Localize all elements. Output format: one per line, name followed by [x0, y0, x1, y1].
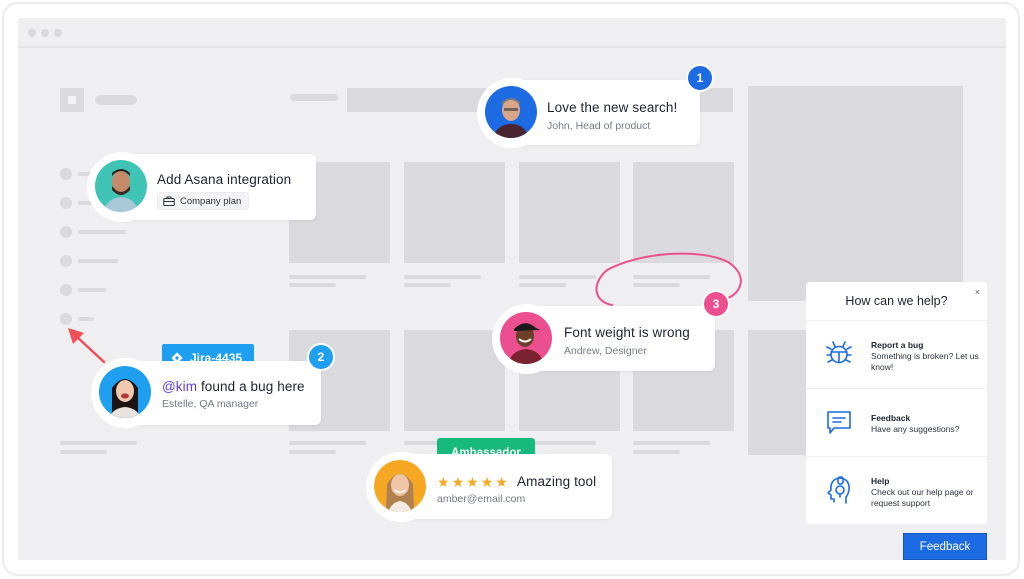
- avatar-ring: [87, 152, 157, 222]
- help-item-help[interactable]: Help Check out our help page or request …: [806, 456, 987, 524]
- star-icon: ★: [480, 474, 494, 490]
- comment-title: @kim found a bug here: [162, 379, 305, 394]
- header-label-placeholder: [290, 94, 338, 101]
- nav-label-placeholder: [78, 230, 126, 234]
- help-item-label: Report a bug: [871, 340, 924, 350]
- text-line-placeholder: [60, 450, 107, 454]
- comment-author: Estelle, QA manager: [162, 398, 259, 410]
- avatar-ring: [91, 358, 161, 428]
- help-item-description: Check out our help page or request suppo…: [871, 487, 974, 508]
- star-rating: ★ ★ ★ ★ ★: [437, 475, 508, 489]
- comment-author: John, Head of product: [547, 120, 651, 132]
- nav-icon-placeholder: [60, 197, 72, 209]
- browser-chrome: [18, 18, 1006, 48]
- message-icon: [827, 411, 851, 434]
- comment-card-bug-here[interactable]: @kim found a bug here Estelle, QA manage…: [91, 358, 321, 428]
- nav-label-placeholder: [78, 259, 118, 263]
- text-line-placeholder: [633, 450, 680, 454]
- help-item-feedback[interactable]: Feedback Have any suggestions?: [806, 388, 987, 456]
- text-line-placeholder: [289, 450, 336, 454]
- avatar-ring: [477, 77, 547, 148]
- help-panel: × How can we help? Report a bug Somethin…: [806, 282, 987, 524]
- grid-card-placeholder: [519, 162, 620, 263]
- comment-card-amazing-tool[interactable]: ★ ★ ★ ★ ★ Amazing tool amber@email.com: [366, 451, 612, 522]
- comment-card-love-search[interactable]: Love the new search! John, Head of produ…: [477, 77, 700, 148]
- help-panel-title: How can we help?: [845, 294, 948, 308]
- comment-number-badge[interactable]: 3: [702, 290, 730, 318]
- comment-author-email: amber@email.com: [437, 493, 526, 505]
- comment-title: Add Asana integration: [157, 172, 292, 187]
- plan-label: Company plan: [180, 195, 242, 207]
- star-icon: ★: [495, 474, 508, 490]
- help-item-label: Help: [871, 476, 890, 486]
- avatar-estelle: [99, 366, 151, 418]
- headset-icon: [827, 476, 850, 504]
- help-item-description: Something is broken? Let us know!: [871, 351, 979, 372]
- logo-placeholder: [60, 88, 84, 112]
- nav-icon-placeholder: [60, 313, 72, 325]
- nav-icon-placeholder: [60, 255, 72, 267]
- side-image-placeholder: [748, 86, 963, 301]
- help-item-label: Feedback: [871, 413, 911, 423]
- comment-number-badge[interactable]: 2: [307, 343, 335, 371]
- nav-label-placeholder: [78, 288, 106, 292]
- text-line-placeholder: [289, 275, 366, 279]
- grid-card-placeholder: [633, 162, 734, 263]
- help-item-report-bug[interactable]: Report a bug Something is broken? Let us…: [806, 320, 987, 388]
- comment-title: Amazing tool: [517, 474, 597, 489]
- grid-card-placeholder: [404, 330, 505, 431]
- nav-icon-placeholder: [60, 284, 72, 296]
- star-icon: ★: [466, 474, 479, 490]
- star-icon: ★: [451, 474, 465, 490]
- plan-chip: Company plan: [157, 192, 250, 210]
- user-mention[interactable]: @kim: [162, 379, 197, 394]
- app-name-placeholder: [95, 95, 137, 105]
- text-line-placeholder: [289, 441, 366, 445]
- window-dot: [54, 29, 62, 37]
- nav-label-placeholder: [78, 317, 94, 321]
- text-line-placeholder: [633, 275, 710, 279]
- text-line-placeholder: [404, 283, 451, 287]
- comment-title: Font weight is wrong: [564, 325, 690, 340]
- star-icon: ★: [437, 474, 450, 490]
- text-line-placeholder: [289, 283, 336, 287]
- avatar-john: [485, 85, 537, 138]
- feedback-button[interactable]: Feedback: [903, 533, 987, 560]
- nav-icon-placeholder: [60, 226, 72, 238]
- window-dot: [41, 29, 49, 37]
- text-line-placeholder: [633, 283, 680, 287]
- comment-title: Love the new search!: [547, 100, 678, 115]
- text-line-placeholder: [404, 275, 481, 279]
- grid-card-placeholder: [404, 162, 505, 263]
- comment-author: Andrew, Designer: [564, 345, 647, 357]
- briefcase-icon: [163, 196, 175, 206]
- text-line-placeholder: [60, 441, 137, 445]
- text-line-placeholder: [633, 441, 710, 445]
- comment-card-asana[interactable]: Add Asana integration Company plan: [87, 152, 316, 222]
- avatar-amber: [374, 459, 426, 512]
- text-line-placeholder: [519, 283, 566, 287]
- comment-title-rest: found a bug here: [197, 379, 305, 394]
- window-dot: [28, 29, 36, 37]
- nav-icon-placeholder: [60, 168, 72, 180]
- text-line-placeholder: [519, 275, 596, 279]
- avatar-user: [95, 160, 147, 212]
- avatar-ring: [366, 451, 436, 522]
- comment-card-font-weight[interactable]: Font weight is wrong Andrew, Designer: [492, 303, 715, 374]
- avatar-ring: [492, 303, 562, 374]
- comment-number-badge[interactable]: 1: [686, 64, 714, 92]
- bug-icon: [826, 341, 852, 364]
- help-item-description: Have any suggestions?: [871, 424, 960, 434]
- avatar-andrew: [500, 311, 552, 364]
